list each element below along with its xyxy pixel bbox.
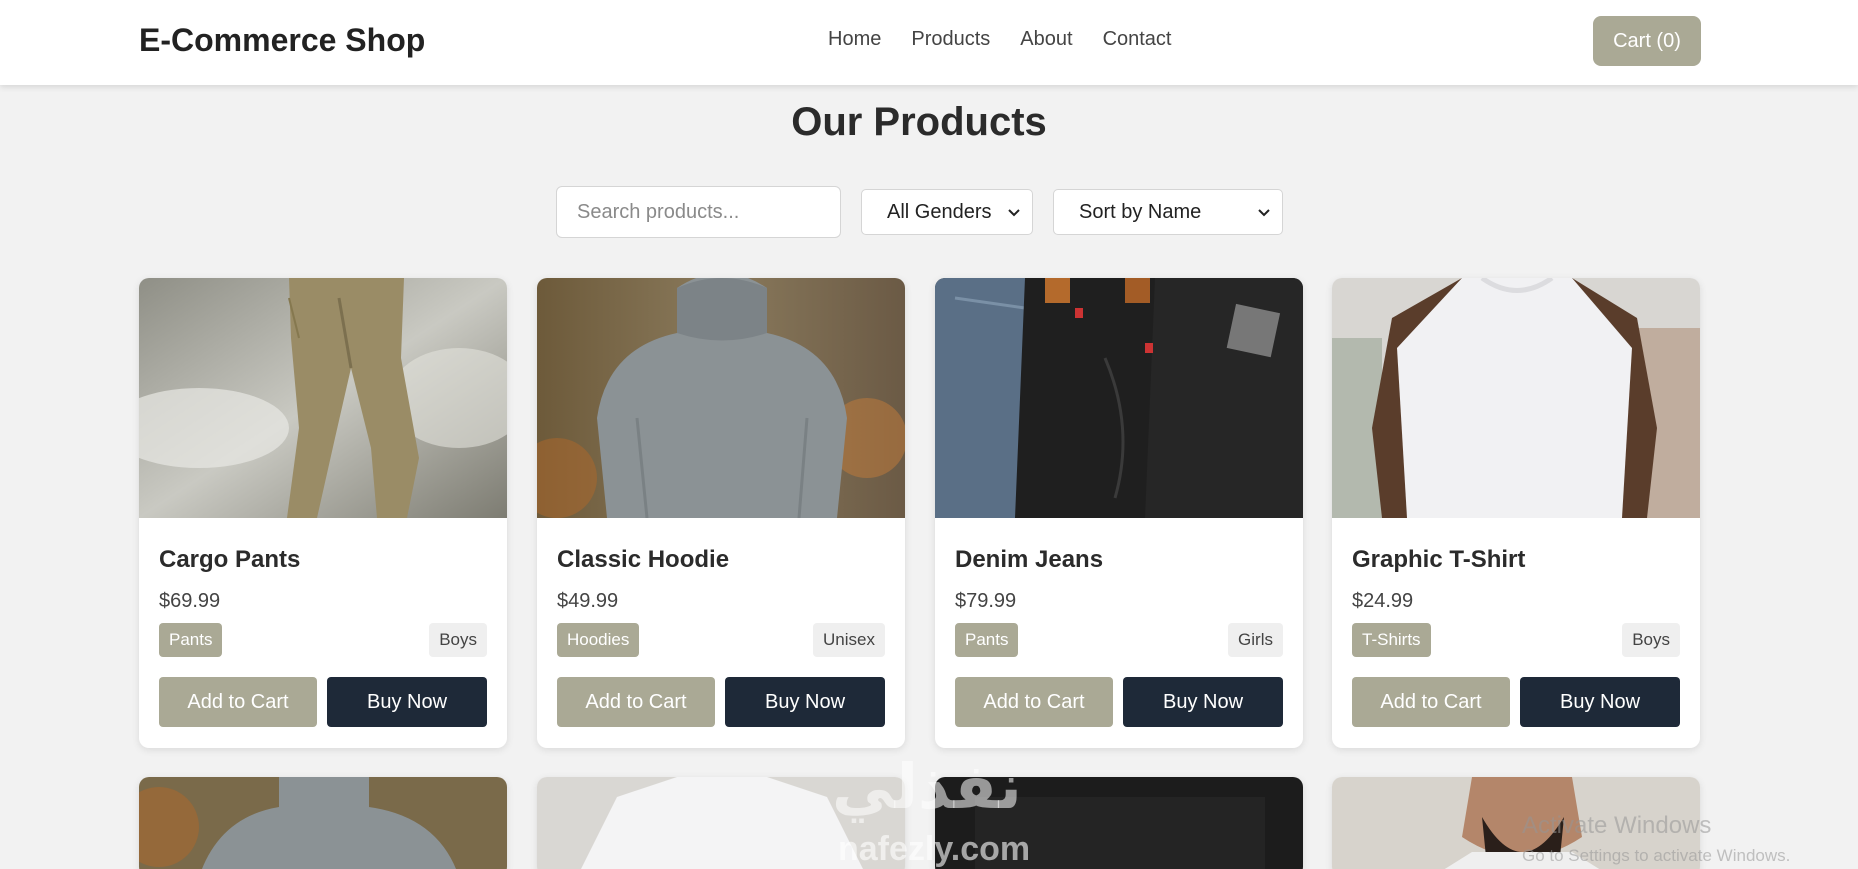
- add-to-cart-button[interactable]: Add to Cart: [159, 677, 317, 727]
- activate-windows-subtitle: Go to Settings to activate Windows.: [1522, 846, 1791, 865]
- sort-select-value: Sort by Name: [1079, 200, 1202, 223]
- product-price: $79.99: [955, 590, 1017, 612]
- buy-now-button[interactable]: Buy Now: [1520, 677, 1680, 727]
- chevron-down-icon: [1258, 204, 1270, 220]
- search-input[interactable]: [556, 186, 841, 238]
- product-card: Cargo Pants $69.99 Pants Boys Add to Car…: [139, 278, 507, 748]
- add-to-cart-button[interactable]: Add to Cart: [557, 677, 715, 727]
- add-to-cart-button[interactable]: Add to Cart: [955, 677, 1113, 727]
- brand-logo[interactable]: E-Commerce Shop: [139, 22, 425, 59]
- gender-badge: Boys: [1622, 623, 1680, 657]
- add-to-cart-button[interactable]: Add to Cart: [1352, 677, 1510, 727]
- page-title: Our Products: [791, 100, 1047, 144]
- category-badge: T-Shirts: [1352, 623, 1431, 657]
- product-card: [139, 777, 507, 869]
- product-image[interactable]: [1332, 278, 1700, 518]
- product-image[interactable]: [935, 278, 1303, 518]
- gender-badge: Unisex: [813, 623, 885, 657]
- nav-links: Home Products About Contact: [828, 28, 1172, 51]
- nav-link-products[interactable]: Products: [911, 28, 990, 51]
- product-image[interactable]: [537, 278, 905, 518]
- watermark-url: nafezly.com: [838, 830, 1031, 868]
- product-card: Classic Hoodie $49.99 Hoodies Unisex Add…: [537, 278, 905, 748]
- product-image[interactable]: [139, 278, 507, 518]
- nav-link-about[interactable]: About: [1020, 28, 1072, 51]
- sort-select[interactable]: Sort by Name: [1053, 189, 1283, 235]
- gender-filter-value: All Genders: [887, 200, 992, 223]
- product-name: Cargo Pants: [159, 546, 301, 573]
- category-badge: Pants: [955, 623, 1019, 657]
- cart-button[interactable]: Cart (0): [1593, 16, 1701, 66]
- activate-windows-title: Activate Windows: [1522, 812, 1712, 839]
- product-name: Graphic T-Shirt: [1352, 546, 1526, 573]
- gender-badge: Girls: [1228, 623, 1283, 657]
- watermark-logo: نفذلي: [832, 750, 1022, 823]
- product-card: Denim Jeans $79.99 Pants Girls Add to Ca…: [935, 278, 1303, 748]
- buy-now-button[interactable]: Buy Now: [327, 677, 487, 727]
- gender-filter-select[interactable]: All Genders: [861, 189, 1033, 235]
- chevron-down-icon: [1008, 204, 1020, 220]
- product-name: Classic Hoodie: [557, 546, 730, 573]
- buy-now-button[interactable]: Buy Now: [1123, 677, 1283, 727]
- category-badge: Hoodies: [557, 623, 640, 657]
- product-price: $24.99: [1352, 590, 1414, 612]
- product-name: Denim Jeans: [955, 546, 1104, 573]
- buy-now-button[interactable]: Buy Now: [725, 677, 885, 727]
- product-card: Graphic T-Shirt $24.99 T-Shirts Boys Add…: [1332, 278, 1700, 748]
- product-price: $69.99: [159, 590, 221, 612]
- gender-badge: Boys: [429, 623, 487, 657]
- nav-link-contact[interactable]: Contact: [1103, 28, 1172, 51]
- nav-link-home[interactable]: Home: [828, 28, 881, 51]
- category-badge: Pants: [159, 623, 223, 657]
- product-price: $49.99: [557, 590, 619, 612]
- navbar: E-Commerce Shop Home Products About Cont…: [0, 0, 1858, 85]
- product-image[interactable]: [139, 777, 507, 869]
